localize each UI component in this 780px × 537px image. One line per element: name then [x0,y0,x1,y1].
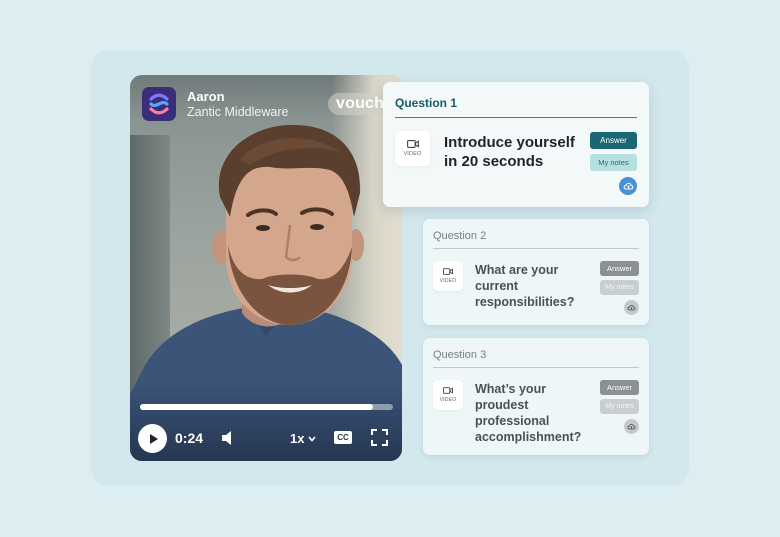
video-media-tile[interactable]: VIDEO [433,261,463,291]
question-title: Question 3 [433,349,487,361]
video-media-tile[interactable]: VIDEO [395,131,430,166]
question-divider [433,248,639,249]
video-camera-icon [443,268,453,275]
cloud-upload-icon[interactable] [624,419,639,434]
playback-speed-label: 1x [290,431,305,446]
question-card-2[interactable]: Question 2 VIDEO What are your current r… [423,219,649,325]
answer-button[interactable]: Answer [600,380,639,395]
play-icon [149,433,158,444]
question-text: What’s your proudest professional accomp… [475,382,582,444]
company-logo-icon [142,87,176,121]
answer-button[interactable]: Answer [590,132,637,149]
my-notes-button[interactable]: My notes [600,399,639,414]
fullscreen-button[interactable] [371,429,388,446]
candidate-name: Aaron [187,89,225,104]
video-player[interactable]: Aaron Zantic Middleware vouch 0:24 1x CC [130,75,402,461]
media-type-label: VIDEO [439,397,457,403]
question-divider [395,117,637,118]
volume-button[interactable] [221,430,235,446]
video-progress-fill [140,404,373,410]
fullscreen-icon [371,429,388,446]
cloud-upload-icon[interactable] [624,300,639,315]
candidate-company: Zantic Middleware [187,105,289,119]
playback-speed-button[interactable]: 1x [290,431,317,446]
my-notes-button[interactable]: My notes [590,154,637,171]
video-camera-icon [406,140,419,148]
video-camera-icon [443,387,453,394]
question-divider [433,367,639,368]
question-title: Question 1 [395,96,458,110]
captions-button[interactable]: CC [334,431,352,444]
current-time: 0:24 [175,430,204,446]
controls-overlay [130,381,402,461]
video-media-tile[interactable]: VIDEO [433,380,463,410]
cloud-upload-icon[interactable] [619,177,637,195]
question-text: What are your current responsibilities? [475,263,575,309]
chevron-down-icon [308,435,317,442]
answer-button[interactable]: Answer [600,261,639,276]
question-card-1[interactable]: Question 1 VIDEO Introduce yourself in 2… [383,82,649,207]
speaker-icon [222,431,231,445]
question-title: Question 2 [433,230,487,242]
question-text: Introduce yourself in 20 seconds [444,134,575,170]
media-type-label: VIDEO [439,278,457,284]
play-button[interactable] [138,424,167,453]
my-notes-button[interactable]: My notes [600,280,639,295]
question-card-3[interactable]: Question 3 VIDEO What’s your proudest pr… [423,338,649,455]
media-type-label: VIDEO [403,151,422,157]
video-progress-bar[interactable] [140,404,393,410]
